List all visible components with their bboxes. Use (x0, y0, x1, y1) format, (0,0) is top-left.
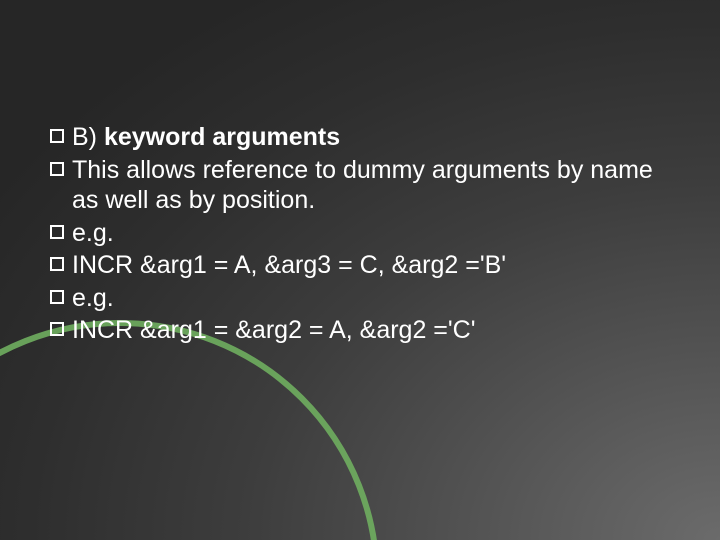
bullet-text: e.g. (72, 283, 670, 314)
slide: B) keyword arguments This allows referen… (0, 0, 720, 540)
bullet-prefix: B) (72, 123, 97, 151)
bullet-item: This allows reference to dummy arguments… (50, 155, 670, 216)
bullet-text: INCR &arg1 = A, &arg3 = C, &arg2 ='B' (72, 250, 670, 281)
slide-content: B) keyword arguments This allows referen… (50, 122, 670, 348)
bullet-icon (50, 257, 64, 271)
bullet-icon (50, 290, 64, 304)
bullet-item: INCR &arg1 = &arg2 = A, &arg2 ='C' (50, 315, 670, 346)
bullet-text: B) keyword arguments (72, 122, 670, 153)
decorative-arc (0, 320, 380, 540)
bullet-text: INCR &arg1 = &arg2 = A, &arg2 ='C' (72, 315, 670, 346)
bullet-text: This allows reference to dummy arguments… (72, 155, 670, 216)
bullet-item: e.g. (50, 283, 670, 314)
bullet-text: e.g. (72, 218, 670, 249)
bullet-item: B) keyword arguments (50, 122, 670, 153)
bullet-icon (50, 162, 64, 176)
bullet-item: INCR &arg1 = A, &arg3 = C, &arg2 ='B' (50, 250, 670, 281)
bullet-item: e.g. (50, 218, 670, 249)
bullet-bold: keyword arguments (104, 123, 340, 151)
bullet-icon (50, 225, 64, 239)
bullet-icon (50, 322, 64, 336)
bullet-icon (50, 129, 64, 143)
